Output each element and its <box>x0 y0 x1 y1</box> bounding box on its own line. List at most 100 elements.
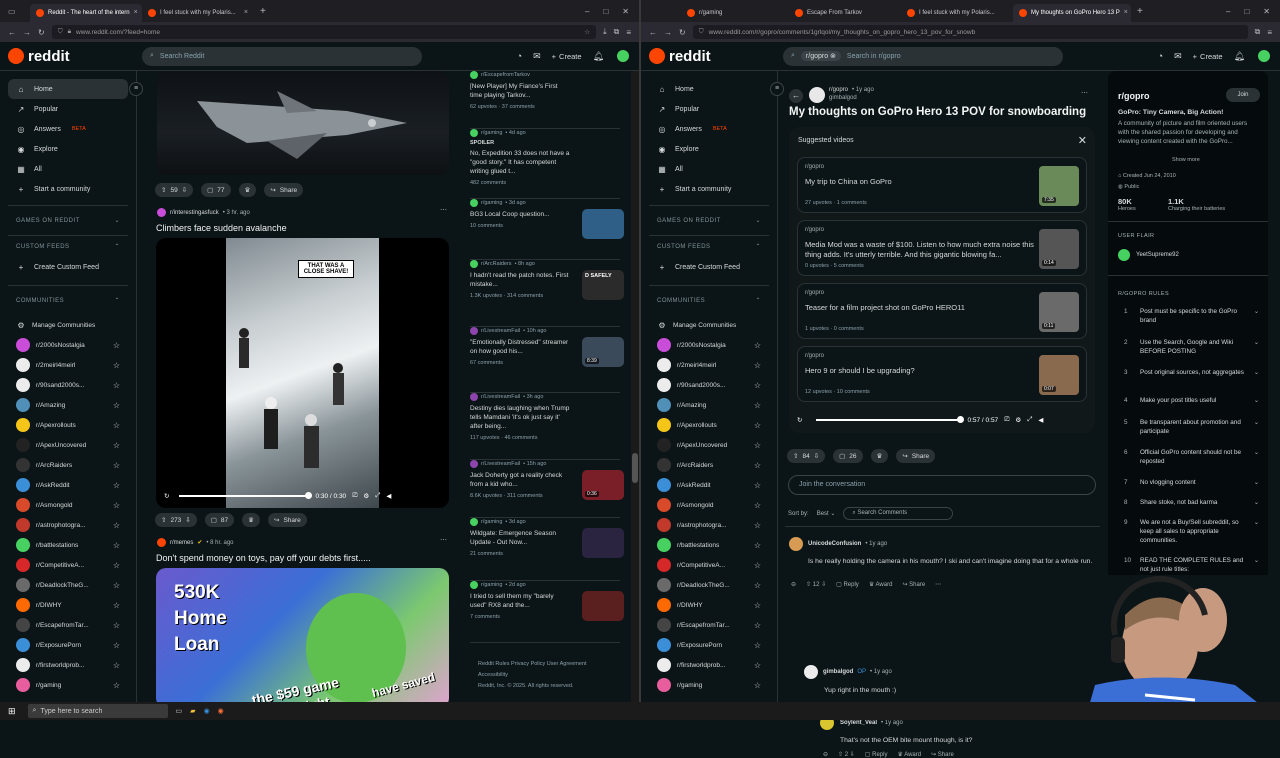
favorite-star-icon[interactable]: ☆ <box>754 581 761 590</box>
favorite-star-icon[interactable]: ☆ <box>754 501 761 510</box>
favorite-star-icon[interactable]: ☆ <box>113 681 120 690</box>
favorite-star-icon[interactable]: ☆ <box>113 441 120 450</box>
favorite-star-icon[interactable]: ☆ <box>113 421 120 430</box>
reddit-logo[interactable]: reddit <box>8 48 142 65</box>
vote-control[interactable]: ⇧84⇩ <box>787 449 825 463</box>
community-item[interactable]: r/ApexUncovered☆ <box>649 435 769 455</box>
more-options-icon[interactable]: ⋯ <box>440 206 447 214</box>
suggested-video[interactable]: r/goproMy trip to China on GoPro27 upvot… <box>797 157 1087 213</box>
create-custom-feed[interactable]: +Create Custom Feed <box>649 257 769 277</box>
windows-start-icon[interactable]: ⊞ <box>4 706 20 717</box>
suggested-video[interactable]: r/goproMedia Mod was a waste of $100. Li… <box>797 220 1087 276</box>
sidebar-item-popular[interactable]: ↗Popular <box>8 99 128 119</box>
community-item[interactable]: r/Amazing☆ <box>649 395 769 415</box>
community-item[interactable]: r/battlestations☆ <box>649 535 769 555</box>
comment-author[interactable]: gimbalgod <box>823 669 853 675</box>
comments-button[interactable]: ▢26 <box>833 449 862 463</box>
community-item[interactable]: r/Asmongold☆ <box>8 495 128 515</box>
favorite-star-icon[interactable]: ☆ <box>113 461 120 470</box>
manage-communities[interactable]: ⚙Manage Communities <box>649 315 769 335</box>
favorite-star-icon[interactable]: ☆ <box>113 601 120 610</box>
tab-tarkov[interactable]: Escape From Tarkov <box>789 4 901 22</box>
subreddit-avatar[interactable] <box>157 538 166 547</box>
progress-handle[interactable] <box>957 416 964 423</box>
scrollbar[interactable] <box>631 71 639 702</box>
new-tab-icon[interactable]: + <box>254 6 272 17</box>
sidebar-item-explore[interactable]: ◉Explore <box>649 139 769 159</box>
recent-post[interactable]: r/gaming• 2d agoI tried to sell them my … <box>470 581 620 643</box>
more-options-icon[interactable]: ⋯ <box>935 581 941 588</box>
avatar[interactable] <box>1256 48 1272 64</box>
favorite-star-icon[interactable]: ☆ <box>113 481 120 490</box>
tab-polaris[interactable]: I feel stuck with my Polaris... <box>901 4 1013 22</box>
community-item[interactable]: r/firstworldprob...☆ <box>649 655 769 675</box>
collapse-sidebar-button[interactable]: ≡ <box>129 82 143 96</box>
share-button[interactable]: ↪Share <box>896 449 935 463</box>
community-item[interactable]: r/AskReddit☆ <box>649 475 769 495</box>
subreddit-avatar[interactable] <box>809 87 825 103</box>
post-image-spaceship[interactable] <box>157 71 449 175</box>
reload-icon[interactable]: ↻ <box>679 28 686 37</box>
favorite-star-icon[interactable]: ☆ <box>754 421 761 430</box>
community-item[interactable]: r/Apexrollouts☆ <box>649 415 769 435</box>
sidebar-item-all[interactable]: ▦All <box>8 159 128 179</box>
browser-icon[interactable]: ◉ <box>204 707 210 715</box>
menu-icon[interactable]: ≡ <box>1267 28 1272 37</box>
favorite-star-icon[interactable]: ☆ <box>754 661 761 670</box>
collapse-sidebar-button[interactable]: ≡ <box>770 82 784 96</box>
upvote-icon[interactable]: ⇧ <box>793 452 798 460</box>
community-item[interactable]: r/EscapefromTar...☆ <box>8 615 128 635</box>
replay-icon[interactable]: ↻ <box>164 492 169 500</box>
community-item[interactable]: r/ArcRaiders☆ <box>649 455 769 475</box>
more-options-icon[interactable]: ⋯ <box>440 536 447 544</box>
settings-gear-icon[interactable]: ⚙ <box>1015 416 1021 424</box>
notification-bell-icon[interactable]: 🔔︎ <box>593 51 604 62</box>
subreddit-link[interactable]: r/memes <box>170 540 193 546</box>
avatar[interactable] <box>804 665 818 679</box>
favorite-star-icon[interactable]: ☆ <box>113 621 120 630</box>
reply-button[interactable]: ▢ Reply <box>836 581 859 588</box>
rule-item[interactable]: 6Official GoPro content should not be re… <box>1124 448 1259 466</box>
back-icon[interactable]: ← <box>649 28 657 37</box>
join-button[interactable]: Join <box>1226 88 1260 102</box>
favorite-star-icon[interactable]: ☆ <box>754 341 761 350</box>
create-button[interactable]: +Create <box>1193 52 1223 61</box>
favorite-star-icon[interactable]: ☆ <box>754 461 761 470</box>
rule-item[interactable]: 1Post must be specific to the GoPro bran… <box>1124 307 1259 325</box>
community-item[interactable]: r/ApexUncovered☆ <box>8 435 128 455</box>
tab-overview-icon[interactable]: ▭ <box>0 7 30 16</box>
accessibility-link[interactable]: Accessibility <box>478 670 587 681</box>
minimize-icon[interactable]: – <box>585 7 589 16</box>
video-progress-bar[interactable] <box>816 419 961 421</box>
community-item[interactable]: r/90sand2000s...☆ <box>8 375 128 395</box>
sidebar-item-answers[interactable]: ◎AnswersBETA <box>649 119 769 139</box>
create-button[interactable]: +Create <box>552 52 582 61</box>
post-title[interactable]: Climbers face sudden avalanche <box>156 223 287 233</box>
search-comments-input[interactable]: ⌕ Search Comments <box>843 507 953 520</box>
sidebar-item-all[interactable]: ▦All <box>649 159 769 179</box>
recent-post[interactable]: r/gaming• 4d agoSPOILERNo, Expedition 33… <box>470 129 620 199</box>
volume-icon[interactable]: ◀︎ <box>386 492 391 500</box>
community-item[interactable]: r/Amazing☆ <box>8 395 128 415</box>
favorite-star-icon[interactable]: ☆ <box>113 561 120 570</box>
recent-post[interactable]: r/ArcRaiders• 8h agoI hadn't read the pa… <box>470 260 620 327</box>
chat-icon[interactable]: ✉ <box>1174 51 1182 62</box>
maximize-icon[interactable]: □ <box>1244 7 1249 16</box>
comments-button[interactable]: ▢77 <box>201 183 230 197</box>
suggested-video[interactable]: r/goproTeaser for a film project shot on… <box>797 283 1087 339</box>
file-explorer-icon[interactable]: ▰ <box>190 707 195 715</box>
downvote-icon[interactable]: ⇩ <box>185 516 190 524</box>
community-item[interactable]: r/CompetitiveA...☆ <box>649 555 769 575</box>
community-item[interactable]: r/AskReddit☆ <box>8 475 128 495</box>
custom-feeds-header[interactable]: CUSTOM FEEDS⌃ <box>649 235 769 257</box>
recent-post[interactable]: r/gaming• 3d agoBG3 Local Coop question.… <box>470 199 620 260</box>
favorite-star-icon[interactable]: ☆ <box>113 381 120 390</box>
rule-item[interactable]: 8Share stoke, not bad karma⌄ <box>1124 498 1259 507</box>
recent-post[interactable]: r/LivestreamFail• 15h agoJack Doherty go… <box>470 460 620 518</box>
rule-item[interactable]: 2Use the Search, Google and Wiki BEFORE … <box>1124 338 1259 356</box>
tab-reddit-home[interactable]: Reddit - The heart of the intern× <box>30 4 142 22</box>
post-author[interactable]: gimbalgod <box>829 95 857 101</box>
vote-control[interactable]: ⇧ 12 ⇩ <box>806 581 826 588</box>
tab-gopro-thread[interactable]: My thoughts on GoPro Hero 13 P× <box>1013 4 1131 22</box>
rule-item[interactable]: 4Make your post titles useful⌄ <box>1124 396 1259 405</box>
